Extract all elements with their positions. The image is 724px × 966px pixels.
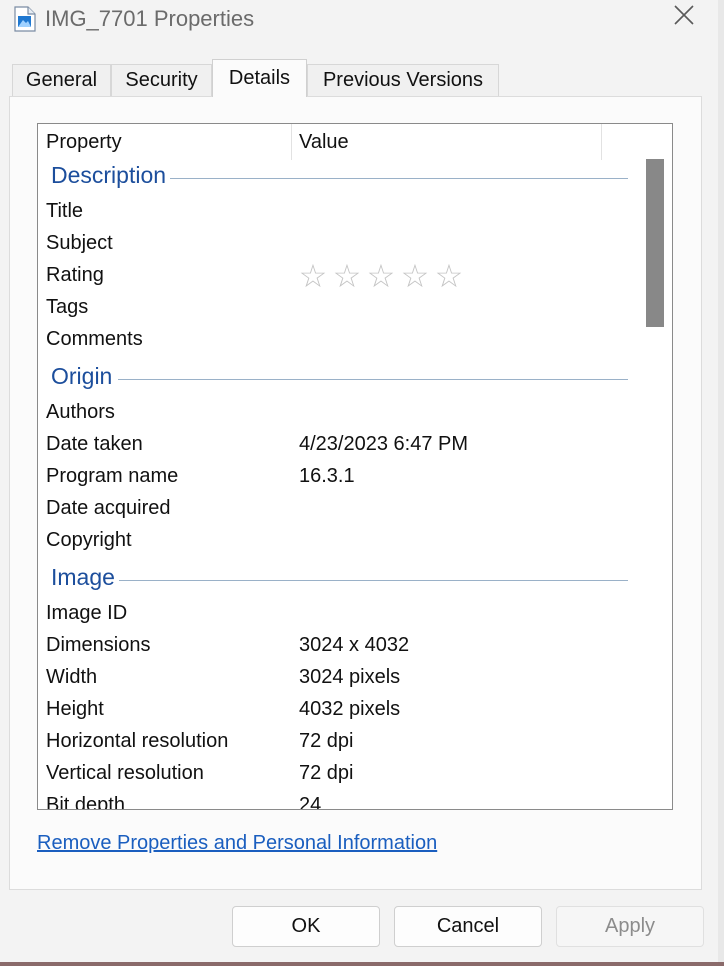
property-row[interactable]: Dimensions 3024 x 4032 [38,630,628,662]
property-value: 16.3.1 [299,465,355,487]
background-window-edge [718,0,724,966]
cancel-button[interactable]: Cancel [394,906,542,947]
property-name: Bit depth [46,794,125,810]
property-row[interactable]: Subject [38,228,628,260]
property-row[interactable]: Vertical resolution 72 dpi [38,758,628,790]
property-name: Date taken [46,433,143,455]
property-name: Dimensions [46,634,151,656]
property-name: Image ID [46,602,128,624]
property-row[interactable]: Image ID [38,598,628,630]
property-row[interactable]: Date acquired [38,493,628,525]
rating-stars[interactable]: ☆ ☆ ☆ ☆ ☆ [298,260,464,292]
column-header-property[interactable]: Property [38,124,292,160]
property-name: Width [46,666,98,688]
property-row[interactable]: Bit depth 24 [38,790,628,810]
group-divider [118,379,628,380]
vertical-scrollbar[interactable] [643,124,672,809]
property-value: 3024 pixels [299,666,401,688]
property-name: Comments [46,328,143,350]
property-name: Program name [46,465,179,487]
group-title: Description [51,162,171,189]
close-button[interactable] [666,2,702,32]
apply-button[interactable]: Apply [556,906,704,947]
property-value: 4/23/2023 6:47 PM [299,433,469,455]
remove-properties-link[interactable]: Remove Properties and Personal Informati… [37,832,437,855]
group-header-image: Image [38,564,628,596]
property-name: Authors [46,401,115,423]
details-list[interactable]: Property Value Description Title Subject… [37,123,673,810]
property-row-rating[interactable]: Rating ☆ ☆ ☆ ☆ ☆ [38,260,628,292]
property-name: Tags [46,296,89,318]
tab-security[interactable]: Security [111,64,212,96]
property-name: Copyright [46,529,132,551]
property-row[interactable]: Tags [38,292,628,324]
property-name: Rating [46,264,104,286]
property-name: Subject [46,232,113,254]
property-name: Date acquired [46,497,171,519]
group-header-origin: Origin [38,363,628,395]
group-title: Origin [51,363,117,390]
column-header-value[interactable]: Value [292,124,602,160]
group-header-description: Description [38,162,628,194]
properties-dialog: IMG_7701 Properties General Security Det… [0,0,719,962]
star-icon[interactable]: ☆ [332,260,362,292]
property-row[interactable]: Authors [38,397,628,429]
property-value: 3024 x 4032 [299,634,410,656]
image-file-icon [14,6,36,32]
window-title: IMG_7701 Properties [45,6,255,31]
property-row[interactable]: Horizontal resolution 72 dpi [38,726,628,758]
property-row[interactable]: Copyright [38,525,628,557]
property-row[interactable]: Comments [38,324,628,356]
background-desktop-edge [0,962,724,966]
property-row[interactable]: Title [38,196,628,228]
property-name: Vertical resolution [46,762,204,784]
tab-details[interactable]: Details [212,59,307,97]
title-bar: IMG_7701 Properties [0,0,718,44]
close-icon [673,4,695,31]
property-name: Height [46,698,104,720]
property-row[interactable]: Width 3024 pixels [38,662,628,694]
property-row[interactable]: Height 4032 pixels [38,694,628,726]
property-row[interactable]: Date taken 4/23/2023 6:47 PM [38,429,628,461]
property-row[interactable]: Program name 16.3.1 [38,461,628,493]
group-divider [118,580,628,581]
property-name: Horizontal resolution [46,730,229,752]
scroll-thumb[interactable] [646,159,664,327]
property-value: 24 [299,794,322,810]
tab-general[interactable]: General [12,64,111,96]
star-icon[interactable]: ☆ [400,260,430,292]
group-title: Image [51,564,119,591]
property-value: 72 dpi [299,762,354,784]
property-name: Title [46,200,84,222]
property-value: 4032 pixels [299,698,401,720]
tab-previous-versions[interactable]: Previous Versions [307,64,499,96]
star-icon[interactable]: ☆ [298,260,328,292]
property-value: 72 dpi [299,730,354,752]
ok-button[interactable]: OK [232,906,380,947]
group-divider [170,178,628,179]
star-icon[interactable]: ☆ [434,260,464,292]
star-icon[interactable]: ☆ [366,260,396,292]
